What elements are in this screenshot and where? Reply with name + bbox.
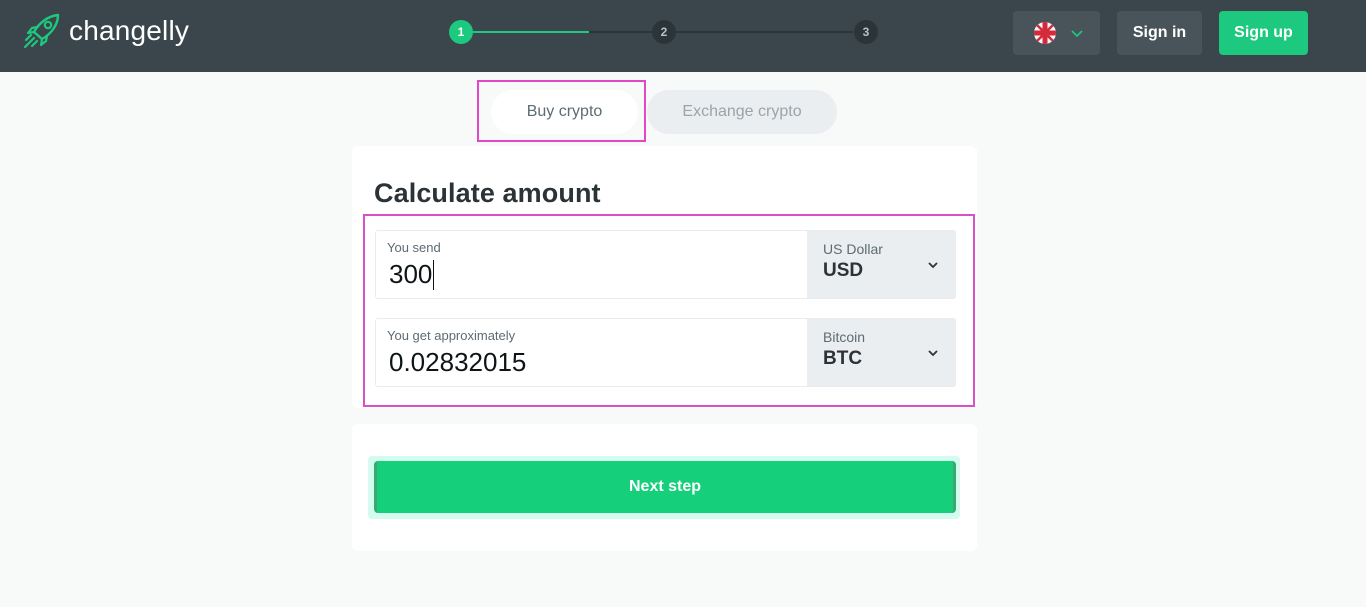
get-currency-code: BTC <box>823 348 863 369</box>
send-currency-selector[interactable]: US Dollar USD <box>807 231 956 298</box>
brand-name: changelly <box>69 15 190 46</box>
page-title: Calculate amount <box>374 178 601 208</box>
send-amount-value: 300 <box>389 259 433 289</box>
step-remaining-line <box>589 31 853 33</box>
sign-up-button[interactable]: Sign up <box>1219 11 1308 55</box>
send-label: You send <box>387 240 441 255</box>
send-amount-row: You send 300 US Dollar USD <box>375 230 956 299</box>
step-progress-line <box>473 31 589 33</box>
get-currency-name: Bitcoin <box>823 329 866 345</box>
get-amount-value: 0.02832015 <box>389 347 527 377</box>
get-amount-input[interactable]: 0.02832015 <box>389 347 526 378</box>
sign-in-button[interactable]: Sign in <box>1117 11 1202 55</box>
tab-exchange-crypto[interactable]: Exchange crypto <box>647 90 837 134</box>
send-currency-code: USD <box>823 260 864 281</box>
send-amount-input[interactable]: 300 <box>389 259 435 290</box>
chevron-down-icon <box>928 345 938 360</box>
tab-buy-crypto[interactable]: Buy crypto <box>491 90 638 134</box>
language-selector[interactable] <box>1013 11 1100 55</box>
next-step-button[interactable]: Next step <box>374 461 956 513</box>
get-currency-selector[interactable]: Bitcoin BTC <box>807 319 956 386</box>
brand-logo[interactable]: changelly <box>22 12 189 50</box>
step-3-indicator: 3 <box>854 20 878 44</box>
get-amount-row: You get approximately 0.02832015 Bitcoin… <box>375 318 956 387</box>
step-2-indicator: 2 <box>652 20 676 44</box>
text-cursor <box>433 259 435 290</box>
rocket-icon <box>23 13 60 49</box>
uk-flag-icon <box>1034 22 1056 44</box>
chevron-down-icon <box>928 257 938 272</box>
top-header: changelly 1 2 3 Sign in Sign up <box>0 0 1366 72</box>
step-1-indicator: 1 <box>449 20 473 44</box>
get-label: You get approximately <box>387 328 516 343</box>
progress-steps: 1 2 3 <box>449 20 879 44</box>
chevron-down-icon <box>1071 25 1083 41</box>
send-currency-name: US Dollar <box>823 241 883 257</box>
